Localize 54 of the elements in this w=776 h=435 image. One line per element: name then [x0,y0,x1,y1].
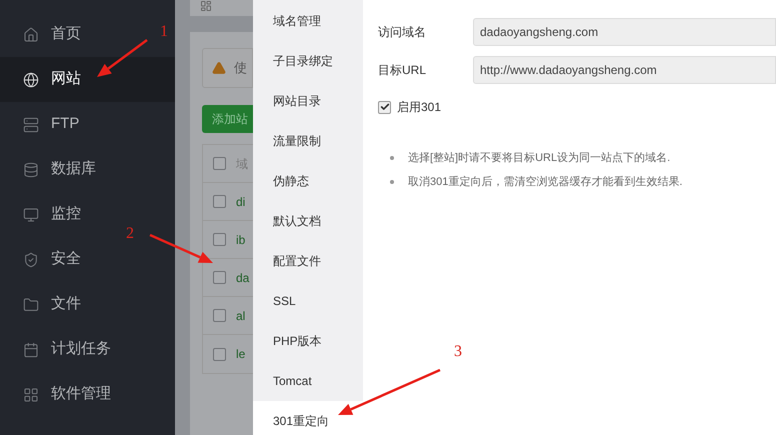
bullet-icon [390,180,394,184]
annotation-number: 1 [160,24,168,40]
menu-item[interactable]: 域名管理 [253,1,363,41]
warning-bar: 使 [202,48,253,88]
checkbox[interactable] [213,157,226,170]
sidebar-item[interactable]: 监控 [23,203,81,226]
menu-item[interactable]: PHP版本 [253,321,363,361]
menu-item[interactable]: 301重定向 [253,401,363,435]
checkbox-label: 启用301 [397,99,442,116]
sidebar-item[interactable]: 软件管理 [23,383,111,406]
globe-icon [23,72,39,88]
sidebar-item[interactable]: 文件 [23,293,81,316]
text-field[interactable]: http://www.dadaoyangsheng.com [473,56,776,84]
database-icon [23,162,39,178]
sidebar-item[interactable]: FTP [23,113,80,136]
menu-item[interactable]: Tomcat [253,361,363,401]
menu-item[interactable]: 流量限制 [253,121,363,161]
menu-item[interactable]: 默认文档 [253,201,363,241]
checkbox[interactable] [213,348,226,360]
sidebar-item[interactable]: 安全 [23,248,81,271]
home-icon [23,26,39,42]
note-text: 取消301重定向后，需清空浏览器缓存才能看到生效结果. [408,174,682,190]
menu-item[interactable]: 伪静态 [253,161,363,201]
checkmark-icon [380,102,390,112]
sidebar-item[interactable]: 计划任务 [23,338,111,361]
shield-icon [23,252,39,268]
checkbox[interactable] [213,195,226,208]
monitor-icon [23,206,39,222]
menu-item[interactable]: 网站目录 [253,81,363,121]
sidebar-item[interactable]: 首页 [23,23,81,46]
annotation-number: 3 [454,344,462,360]
checkbox[interactable] [213,309,226,322]
checkbox[interactable] [213,233,226,246]
warning-icon [212,61,226,75]
server-icon [23,116,39,132]
calendar-icon [23,342,39,358]
folder-icon [23,296,39,312]
menu-item[interactable]: SSL [253,281,363,321]
field-label: 访问域名 [378,24,427,41]
grid-icon [23,386,39,402]
field-label: 目标URL [378,62,428,79]
checkbox[interactable] [213,271,226,284]
bullet-icon [390,156,394,160]
note-text: 选择[整站]时请不要将目标URL设为同一站点下的域名. [408,150,670,166]
annotation-number: 2 [126,226,134,242]
text-field[interactable]: dadaoyangsheng.com [473,18,776,46]
checkbox[interactable] [378,100,391,114]
sidebar-item[interactable]: 网站 [23,68,81,91]
menu-item[interactable]: 子目录绑定 [253,41,363,81]
menu-item[interactable]: 配置文件 [253,241,363,281]
annotation-arrow [150,234,213,263]
annotation-arrow [97,39,148,77]
sidebar-item[interactable]: 数据库 [23,158,96,181]
dashboard-icon [200,0,212,12]
